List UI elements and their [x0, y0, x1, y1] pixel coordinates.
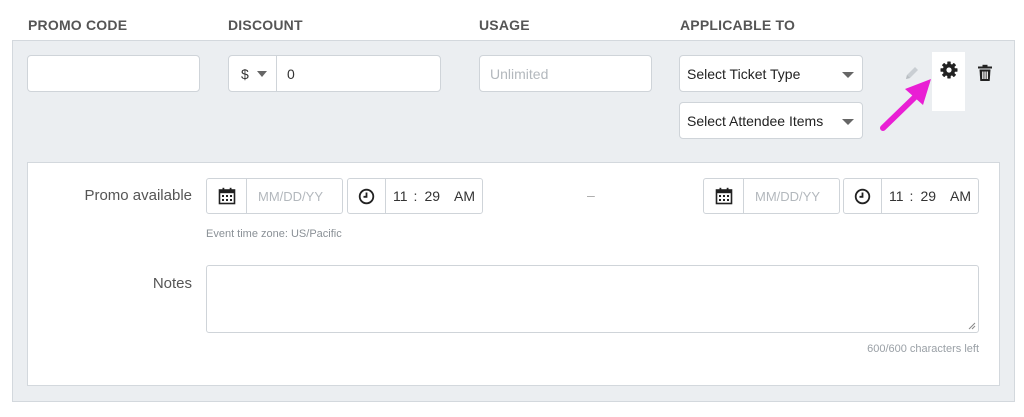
header-discount: DISCOUNT: [228, 17, 303, 33]
start-date-input[interactable]: MM/DD/YY: [206, 178, 343, 214]
delete-button[interactable]: [972, 60, 998, 86]
notes-label: Notes: [152, 275, 192, 292]
attendee-items-label: Select Attendee Items: [687, 112, 824, 129]
end-hour[interactable]: 11: [889, 188, 904, 204]
end-ampm[interactable]: AM: [950, 188, 971, 204]
trash-icon: [978, 64, 992, 81]
header-applicable-to: APPLICABLE TO: [680, 17, 796, 33]
end-time-input[interactable]: 11 : 29 AM: [843, 178, 979, 214]
usage-placeholder: Unlimited: [490, 65, 549, 82]
calendar-button[interactable]: [207, 179, 247, 213]
clock-button[interactable]: [844, 179, 882, 213]
calendar-icon: [715, 187, 732, 205]
start-date-placeholder: MM/DD/YY: [258, 188, 323, 204]
clock-icon: [854, 188, 871, 204]
timezone-note: Event time zone: US/Pacific: [206, 228, 342, 240]
caret-down-icon: [842, 72, 854, 78]
date-range-separator: –: [587, 187, 595, 203]
start-hour[interactable]: 11: [393, 188, 408, 204]
header-usage: USAGE: [479, 17, 530, 33]
resize-handle-icon[interactable]: [968, 322, 976, 330]
calendar-button[interactable]: [704, 179, 744, 213]
header-promo-code: PROMO CODE: [28, 17, 128, 33]
caret-down-icon: [842, 119, 854, 125]
ticket-type-label: Select Ticket Type: [687, 65, 801, 82]
promo-available-label: Promo available: [84, 187, 192, 204]
ticket-type-select[interactable]: Select Ticket Type: [679, 55, 863, 92]
start-ampm[interactable]: AM: [454, 188, 475, 204]
start-time-input[interactable]: 11 : 29 AM: [347, 178, 483, 214]
currency-symbol: $: [241, 65, 249, 82]
caret-down-icon: [257, 71, 267, 77]
end-date-input[interactable]: MM/DD/YY: [703, 178, 840, 214]
annotation-arrow: [880, 79, 931, 131]
attendee-items-select[interactable]: Select Attendee Items: [679, 102, 863, 139]
time-colon: :: [909, 188, 914, 204]
currency-select[interactable]: $: [229, 56, 277, 91]
clock-button[interactable]: [348, 179, 386, 213]
end-date-placeholder: MM/DD/YY: [755, 188, 820, 204]
notes-textarea[interactable]: [206, 265, 979, 333]
usage-input[interactable]: Unlimited: [479, 55, 652, 92]
discount-amount-input[interactable]: 0: [277, 66, 295, 82]
discount-input-group: $ 0: [228, 55, 441, 92]
end-minute[interactable]: 29: [920, 188, 936, 204]
promo-code-input[interactable]: [27, 55, 200, 92]
calendar-icon: [218, 187, 235, 205]
clock-icon: [358, 188, 375, 204]
time-colon: :: [413, 188, 418, 204]
start-minute[interactable]: 29: [424, 188, 440, 204]
notes-char-counter: 600/600 characters left: [867, 343, 979, 355]
